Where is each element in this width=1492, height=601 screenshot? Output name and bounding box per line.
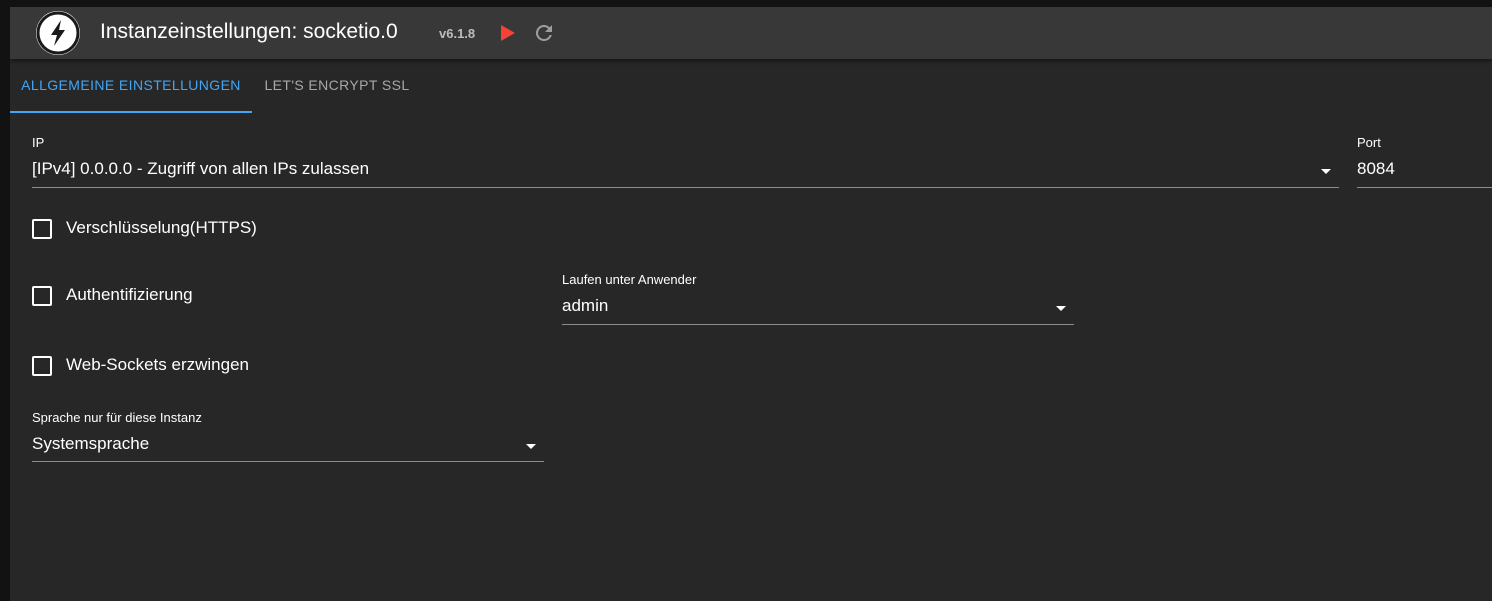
settings-tabs: ALLGEMEINE EINSTELLUNGEN LET'S ENCRYPT S…	[10, 64, 610, 113]
port-input[interactable]: 8084	[1357, 158, 1492, 188]
chevron-down-icon	[526, 444, 536, 449]
port-label: Port	[1357, 135, 1381, 150]
chevron-down-icon	[1056, 306, 1066, 311]
socketio-logo-icon	[36, 11, 80, 55]
language-select[interactable]: Systemsprache	[32, 433, 544, 462]
https-checkbox-box[interactable]	[32, 219, 52, 239]
default-user-select-value: admin	[562, 296, 609, 315]
reload-instance-button[interactable]	[532, 21, 556, 45]
https-checkbox-label: Verschlüsselung(HTTPS)	[66, 218, 257, 237]
chevron-down-icon	[1321, 169, 1331, 174]
dialog-title: Instanzeinstellungen: socketio.0	[100, 20, 398, 43]
ip-label: IP	[32, 135, 45, 150]
default-user-select[interactable]: admin	[562, 295, 1074, 325]
auth-checkbox[interactable]: Authentifizierung	[32, 284, 232, 308]
start-instance-button[interactable]	[498, 22, 518, 44]
play-icon	[501, 25, 515, 41]
ip-select-value: [IPv4] 0.0.0.0 - Zugriff von allen IPs z…	[32, 159, 370, 178]
auth-checkbox-box[interactable]	[32, 286, 52, 306]
force-websockets-checkbox-label: Web-Sockets erzwingen	[66, 355, 249, 374]
ip-select[interactable]: [IPv4] 0.0.0.0 - Zugriff von allen IPs z…	[32, 158, 1339, 188]
default-user-label: Laufen unter Anwender	[562, 272, 697, 287]
instance-settings-dialog: Instanzeinstellungen: socketio.0 v6.1.8 …	[10, 7, 1492, 601]
port-input-value: 8084	[1357, 159, 1395, 178]
language-label: Sprache nur für diese Instanz	[32, 410, 202, 425]
language-select-value: Systemsprache	[32, 434, 150, 453]
tab-lets-encrypt-ssl[interactable]: LET'S ENCRYPT SSL	[252, 64, 422, 113]
version-label: v6.1.8	[439, 26, 476, 41]
dialog-header: Instanzeinstellungen: socketio.0 v6.1.8	[10, 7, 1492, 59]
auth-checkbox-label: Authentifizierung	[66, 285, 193, 304]
reload-icon	[535, 24, 552, 41]
tab-general-settings[interactable]: ALLGEMEINE EINSTELLUNGEN	[10, 64, 252, 113]
force-websockets-checkbox-box[interactable]	[32, 356, 52, 376]
https-checkbox[interactable]: Verschlüsselung(HTTPS)	[32, 217, 292, 241]
force-websockets-checkbox[interactable]: Web-Sockets erzwingen	[32, 354, 272, 378]
